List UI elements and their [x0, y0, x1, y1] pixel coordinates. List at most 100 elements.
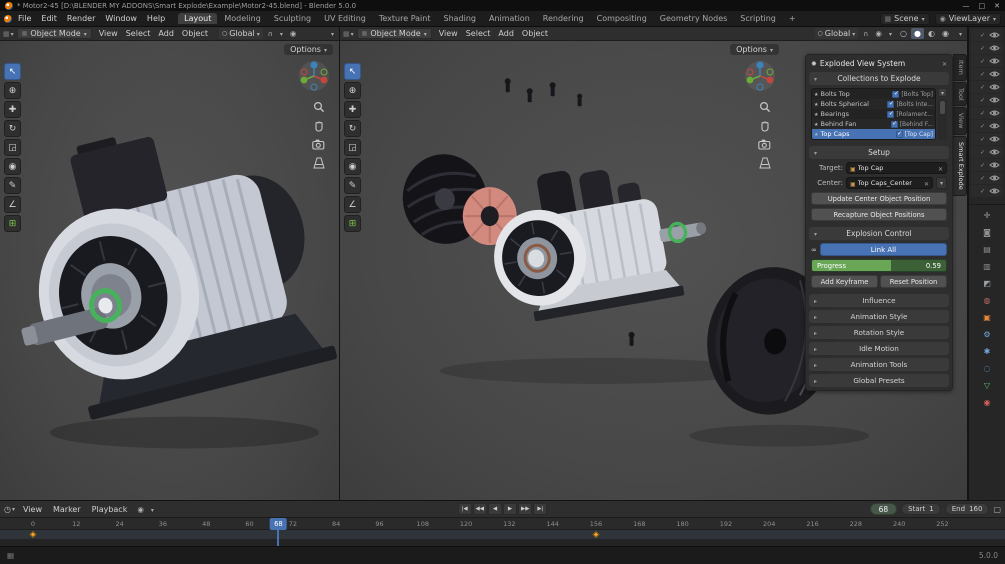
selectable-checkbox-icon[interactable] — [980, 43, 985, 53]
outliner-row[interactable] — [971, 42, 1003, 54]
workspace-tab[interactable]: Rendering — [537, 13, 590, 24]
Top Caps[interactable]: Top Caps [Top Cap] — [812, 129, 935, 139]
close-icon[interactable] — [942, 59, 947, 68]
scale-tool[interactable]: ◲ — [344, 139, 361, 156]
options-dropdown[interactable]: Options — [284, 44, 333, 55]
collapsed-section-header[interactable]: Global Presets — [809, 374, 949, 387]
collection-checkbox[interactable] — [895, 130, 903, 138]
workspace-tab[interactable]: Modeling — [218, 13, 266, 24]
viewport-menu-item[interactable]: View — [95, 29, 122, 38]
shading-wireframe-icon[interactable] — [897, 28, 910, 39]
workspace-tab[interactable]: Sculpting — [268, 13, 317, 24]
explosion-section-header[interactable]: Explosion Control — [809, 227, 949, 240]
visibility-eye-icon[interactable] — [989, 44, 1000, 52]
pan-hand-icon[interactable] — [759, 120, 771, 132]
playhead-frame-badge[interactable]: 68 — [270, 518, 287, 530]
mode-selector[interactable]: Object Mode — [356, 28, 432, 39]
viewport-menu-item[interactable]: Object — [178, 29, 212, 38]
menu-item[interactable]: Help — [142, 13, 170, 24]
outliner-row[interactable] — [971, 107, 1003, 119]
workspace-tab[interactable]: Geometry Nodes — [654, 13, 733, 24]
proportional-editing-icon[interactable] — [873, 29, 884, 38]
annotate-tool[interactable]: ✎ — [344, 177, 361, 194]
outliner-row[interactable] — [971, 172, 1003, 184]
selectable-checkbox-icon[interactable] — [980, 173, 985, 183]
visibility-eye-icon[interactable] — [989, 148, 1000, 156]
move-tool[interactable]: ✚ — [4, 101, 21, 118]
workspace-tab[interactable]: Texture Paint — [373, 13, 437, 24]
collection-checkbox[interactable] — [892, 90, 900, 98]
transform-orientation[interactable]: Global — [218, 28, 263, 39]
workspace-tab[interactable]: Animation — [483, 13, 536, 24]
outliner-row[interactable] — [971, 159, 1003, 171]
visibility-eye-icon[interactable] — [989, 96, 1000, 104]
particles-tab[interactable]: ✱ — [979, 345, 996, 358]
modifiers-tab[interactable]: ⚙ — [979, 328, 996, 341]
selectable-checkbox-icon[interactable] — [980, 30, 985, 40]
selectable-checkbox-icon[interactable] — [980, 82, 985, 92]
viewport-menu-item[interactable]: Object — [518, 29, 552, 38]
outliner-row[interactable] — [971, 94, 1003, 106]
pan-hand-icon[interactable] — [313, 120, 325, 132]
visibility-eye-icon[interactable] — [989, 31, 1000, 39]
selectable-checkbox-icon[interactable] — [980, 186, 985, 196]
visibility-eye-icon[interactable] — [989, 174, 1000, 182]
outliner-row[interactable] — [971, 81, 1003, 93]
outliner-row[interactable] — [971, 120, 1003, 132]
3d-viewport-canvas-left[interactable] — [0, 41, 339, 500]
collection-checkbox[interactable] — [887, 100, 895, 108]
display-icon[interactable] — [993, 505, 1001, 514]
selectable-checkbox-icon[interactable] — [980, 108, 985, 118]
outliner-row[interactable] — [971, 146, 1003, 158]
link-all-button[interactable]: Link All — [819, 243, 947, 256]
viewlayer-selector[interactable]: ViewLayer — [934, 12, 1001, 25]
viewport-left[interactable]: Object Mode ViewSelectAddObject Global — [0, 27, 340, 500]
outliner-row[interactable] — [971, 29, 1003, 41]
viewport-menu-item[interactable]: Select — [462, 29, 495, 38]
statusbar-corner-icon[interactable] — [7, 551, 14, 560]
collapsed-section-header[interactable]: Animation Tools — [809, 358, 949, 371]
outliner-row[interactable] — [971, 133, 1003, 145]
select-box-tool[interactable]: ↖ — [344, 63, 361, 80]
visibility-eye-icon[interactable] — [989, 122, 1000, 130]
visibility-eye-icon[interactable] — [989, 70, 1000, 78]
viewport-menu-item[interactable]: View — [435, 29, 462, 38]
center-field[interactable]: Top Caps_Center — [846, 177, 933, 189]
minimize-button[interactable]: — — [963, 2, 970, 10]
view-layer-tab[interactable]: ▥ — [979, 260, 996, 273]
jump-to-start-button[interactable]: |◀ — [457, 503, 472, 515]
transform-tool[interactable]: ◉ — [344, 158, 361, 175]
center-extra-button[interactable] — [936, 177, 947, 189]
render-tab[interactable]: ◙ — [979, 226, 996, 239]
menu-item[interactable]: File — [13, 13, 36, 24]
mode-selector[interactable]: Object Mode — [16, 28, 92, 39]
visibility-eye-icon[interactable] — [989, 83, 1000, 91]
gizmos-dropdown-icon[interactable] — [887, 29, 894, 38]
workspace-tab[interactable]: Compositing — [591, 13, 653, 24]
maximize-button[interactable]: □ — [979, 2, 986, 10]
sidebar-tab[interactable]: Item — [953, 54, 967, 81]
setup-section-header[interactable]: Setup — [809, 146, 949, 159]
timeline-menu-item[interactable]: View — [18, 504, 47, 515]
selectable-checkbox-icon[interactable] — [980, 160, 985, 170]
snap-dropdown-icon[interactable] — [278, 29, 285, 38]
proportional-editing-icon[interactable] — [288, 29, 299, 38]
progress-slider[interactable]: Progress 0.59 — [811, 259, 947, 272]
selectable-checkbox-icon[interactable] — [980, 56, 985, 66]
material-tab[interactable]: ◉ — [979, 396, 996, 409]
rotate-tool[interactable]: ↻ — [344, 120, 361, 137]
menu-item[interactable]: Render — [62, 13, 100, 24]
current-frame-field[interactable]: 68 — [869, 503, 898, 515]
scale-tool[interactable]: ◲ — [4, 139, 21, 156]
editor-type-icon[interactable] — [3, 30, 14, 38]
panel-header[interactable]: Exploded View System — [809, 58, 949, 69]
Bolts Spherical[interactable]: Bolts Spherical [Bolts Inte... — [812, 99, 935, 109]
add-keyframe-button[interactable]: Add Keyframe — [811, 275, 878, 288]
options-dropdown[interactable]: Options — [730, 44, 779, 55]
perspective-grid-icon[interactable] — [312, 157, 325, 169]
zoom-icon[interactable] — [313, 101, 325, 113]
output-tab[interactable]: ▤ — [979, 243, 996, 256]
perspective-grid-icon[interactable] — [758, 157, 771, 169]
viewport-menu-item[interactable]: Add — [154, 29, 178, 38]
selectable-checkbox-icon[interactable] — [980, 69, 985, 79]
